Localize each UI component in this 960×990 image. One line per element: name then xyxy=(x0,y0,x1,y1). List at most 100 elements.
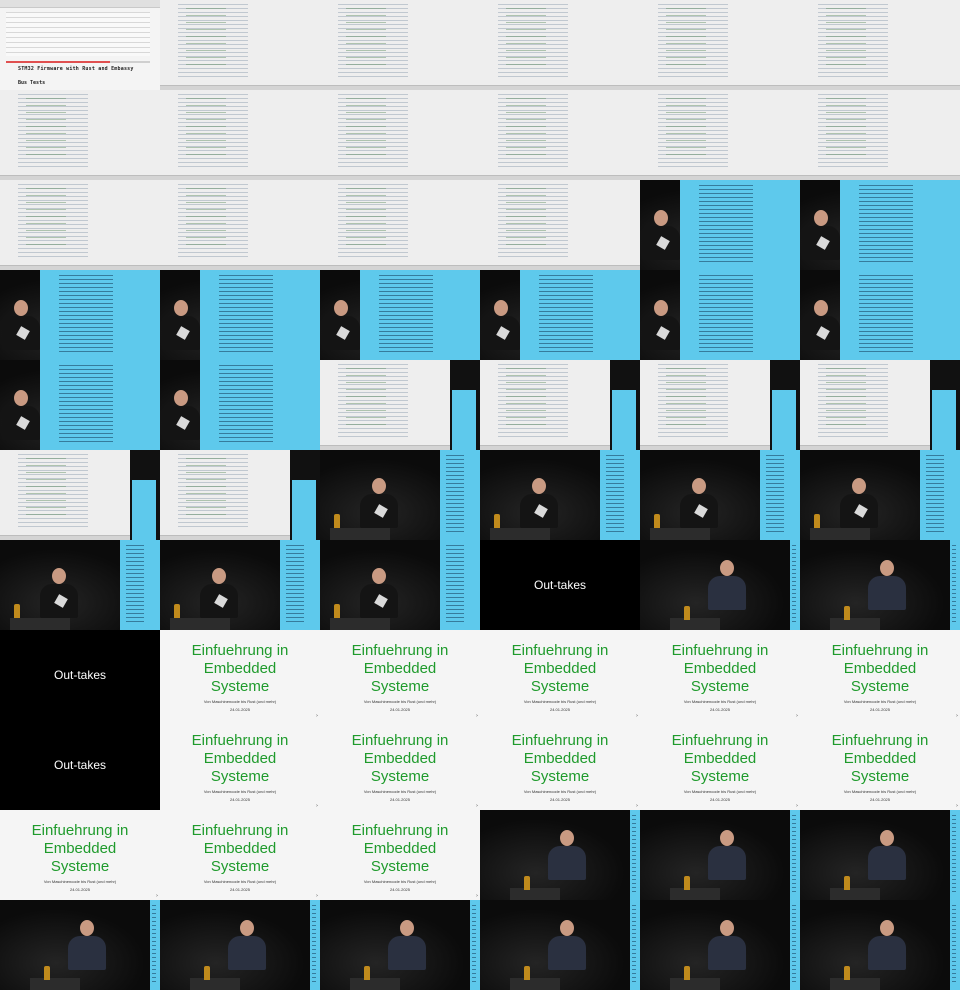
slide-title-line: Systeme xyxy=(50,858,110,875)
title-slide-frame[interactable]: Einfuehrung in Embedded Systeme Von Maschin… xyxy=(160,630,320,720)
code-editor-frame[interactable] xyxy=(160,0,320,90)
stage-projection-frame[interactable] xyxy=(640,270,800,360)
code-editor-frame[interactable] xyxy=(480,0,640,90)
code-editor-frame[interactable] xyxy=(800,90,960,180)
speaker-head xyxy=(720,920,734,936)
title-slide-frame[interactable]: Einfuehrung in Embedded Systeme Von Maschin… xyxy=(640,720,800,810)
projector-screen xyxy=(950,900,960,990)
projector-screen xyxy=(790,540,800,630)
stage-projection-frame[interactable] xyxy=(800,180,960,270)
stage-talk-frame[interactable] xyxy=(640,900,800,990)
stage-speaker-frame[interactable] xyxy=(160,540,320,630)
title-slide-frame[interactable]: Einfuehrung in Embedded Systeme Von Maschin… xyxy=(480,630,640,720)
stage-speaker-frame[interactable] xyxy=(640,450,800,540)
code-highlight-lines xyxy=(666,368,706,428)
outtakes-card-frame[interactable]: Out-takes xyxy=(0,720,160,810)
lectern xyxy=(670,618,720,630)
stage-talk-frame[interactable] xyxy=(800,810,960,900)
bottle xyxy=(44,966,50,980)
code-editor-frame[interactable] xyxy=(160,180,320,270)
projector-screen xyxy=(680,270,800,360)
page-subheading: Bus Tests xyxy=(18,80,46,86)
title-slide-frame[interactable]: Einfuehrung in Embedded Systeme Von Maschin… xyxy=(640,630,800,720)
stage-talk-frame[interactable] xyxy=(0,900,160,990)
projector-screen xyxy=(40,270,160,360)
code-editor-frame[interactable] xyxy=(480,360,640,450)
lectern xyxy=(830,888,880,900)
code-editor-frame[interactable] xyxy=(320,360,480,450)
code-editor-frame[interactable] xyxy=(640,90,800,180)
stage-talk-frame[interactable] xyxy=(800,900,960,990)
speaker-head xyxy=(692,478,706,494)
slide-title: Einfuehrung in Embedded Systeme xyxy=(800,732,960,786)
title-slide-frame[interactable]: Einfuehrung in Embedded Systeme Von Maschin… xyxy=(480,720,640,810)
projector-screen xyxy=(200,360,320,450)
stage-talk-frame[interactable] xyxy=(800,540,960,630)
slide-date: 24.01.2025 xyxy=(709,707,731,712)
stage-speaker-frame[interactable] xyxy=(480,450,640,540)
projector-screen xyxy=(520,270,640,360)
thumbnail-grid: STM32 Firmware with Rust and Embassy Bus … xyxy=(0,0,960,990)
stage-talk-frame[interactable] xyxy=(480,810,640,900)
stage-speaker-frame[interactable] xyxy=(320,540,480,630)
stage-speaker-frame[interactable] xyxy=(0,540,160,630)
code-editor-frame[interactable] xyxy=(320,90,480,180)
title-slide-frame[interactable]: Einfuehrung in Embedded Systeme Von Maschin… xyxy=(160,810,320,900)
projector-screen xyxy=(200,270,320,360)
projector-screen xyxy=(440,450,480,540)
slide-subtitle: Von Maschinencode bis Rust (und mehr) xyxy=(43,879,117,884)
title-slide-frame[interactable]: Einfuehrung in Embedded Systeme Von Maschin… xyxy=(320,810,480,900)
outtakes-card-frame[interactable]: Out-takes xyxy=(0,630,160,720)
stage-projection-frame[interactable] xyxy=(320,270,480,360)
code-editor-frame[interactable] xyxy=(320,180,480,270)
stage-projection-frame[interactable] xyxy=(160,360,320,450)
title-slide-frame[interactable]: Einfuehrung in Embedded Systeme Von Maschin… xyxy=(160,720,320,810)
stage-speaker-frame[interactable] xyxy=(320,450,480,540)
stage-talk-frame[interactable] xyxy=(320,900,480,990)
slide-title-line: Systeme xyxy=(210,678,270,695)
code-editor-frame[interactable] xyxy=(320,0,480,90)
code-editor-frame[interactable] xyxy=(800,0,960,90)
stage-projection-frame[interactable] xyxy=(480,270,640,360)
stage-talk-frame[interactable] xyxy=(640,540,800,630)
slide-date: 24.01.2025 xyxy=(389,797,411,802)
code-editor-frame[interactable] xyxy=(800,360,960,450)
code-editor-frame[interactable] xyxy=(160,450,320,540)
stage-speaker-frame[interactable] xyxy=(800,450,960,540)
code-editor-frame[interactable] xyxy=(160,90,320,180)
speaker-head xyxy=(334,300,348,316)
title-slide-frame[interactable]: Einfuehrung in Embedded Systeme Von Maschin… xyxy=(800,720,960,810)
outtakes-card-frame[interactable]: Out-takes xyxy=(480,540,640,630)
stage-talk-frame[interactable] xyxy=(160,900,320,990)
slide-title-line: Embedded xyxy=(363,660,437,677)
stage-talk-frame[interactable] xyxy=(640,810,800,900)
bottle xyxy=(684,966,690,980)
code-highlight-lines xyxy=(666,8,706,68)
lectern xyxy=(510,888,560,900)
lectern xyxy=(170,618,230,630)
title-slide-frame[interactable]: Einfuehrung in Embedded Systeme Von Maschin… xyxy=(320,630,480,720)
code-editor-frame[interactable] xyxy=(640,360,800,450)
title-slide-frame[interactable]: Einfuehrung in Embedded Systeme Von Maschin… xyxy=(800,630,960,720)
slide-subtitle: Von Maschinencode bis Rust (und mehr) xyxy=(683,699,757,704)
lectern xyxy=(810,528,870,540)
title-slide-frame[interactable]: Einfuehrung in Embedded Systeme Von Maschin… xyxy=(320,720,480,810)
slide-subtitle: Von Maschinencode bis Rust (und mehr) xyxy=(203,699,277,704)
code-editor-frame[interactable] xyxy=(0,90,160,180)
code-editor-frame[interactable] xyxy=(0,450,160,540)
title-slide-frame[interactable]: Einfuehrung in Embedded Systeme Von Maschin… xyxy=(0,810,160,900)
projector-screen xyxy=(840,270,960,360)
code-editor-frame[interactable] xyxy=(480,180,640,270)
code-editor-frame[interactable] xyxy=(0,180,160,270)
bottle xyxy=(524,966,530,980)
stage-projection-frame[interactable] xyxy=(640,180,800,270)
browser-frame[interactable]: STM32 Firmware with Rust and Embassy Bus … xyxy=(0,0,160,90)
stage-talk-frame[interactable] xyxy=(480,900,640,990)
lectern xyxy=(10,618,70,630)
code-editor-frame[interactable] xyxy=(640,0,800,90)
stage-projection-frame[interactable] xyxy=(800,270,960,360)
stage-projection-frame[interactable] xyxy=(0,270,160,360)
stage-projection-frame[interactable] xyxy=(0,360,160,450)
stage-projection-frame[interactable] xyxy=(160,270,320,360)
code-editor-frame[interactable] xyxy=(480,90,640,180)
